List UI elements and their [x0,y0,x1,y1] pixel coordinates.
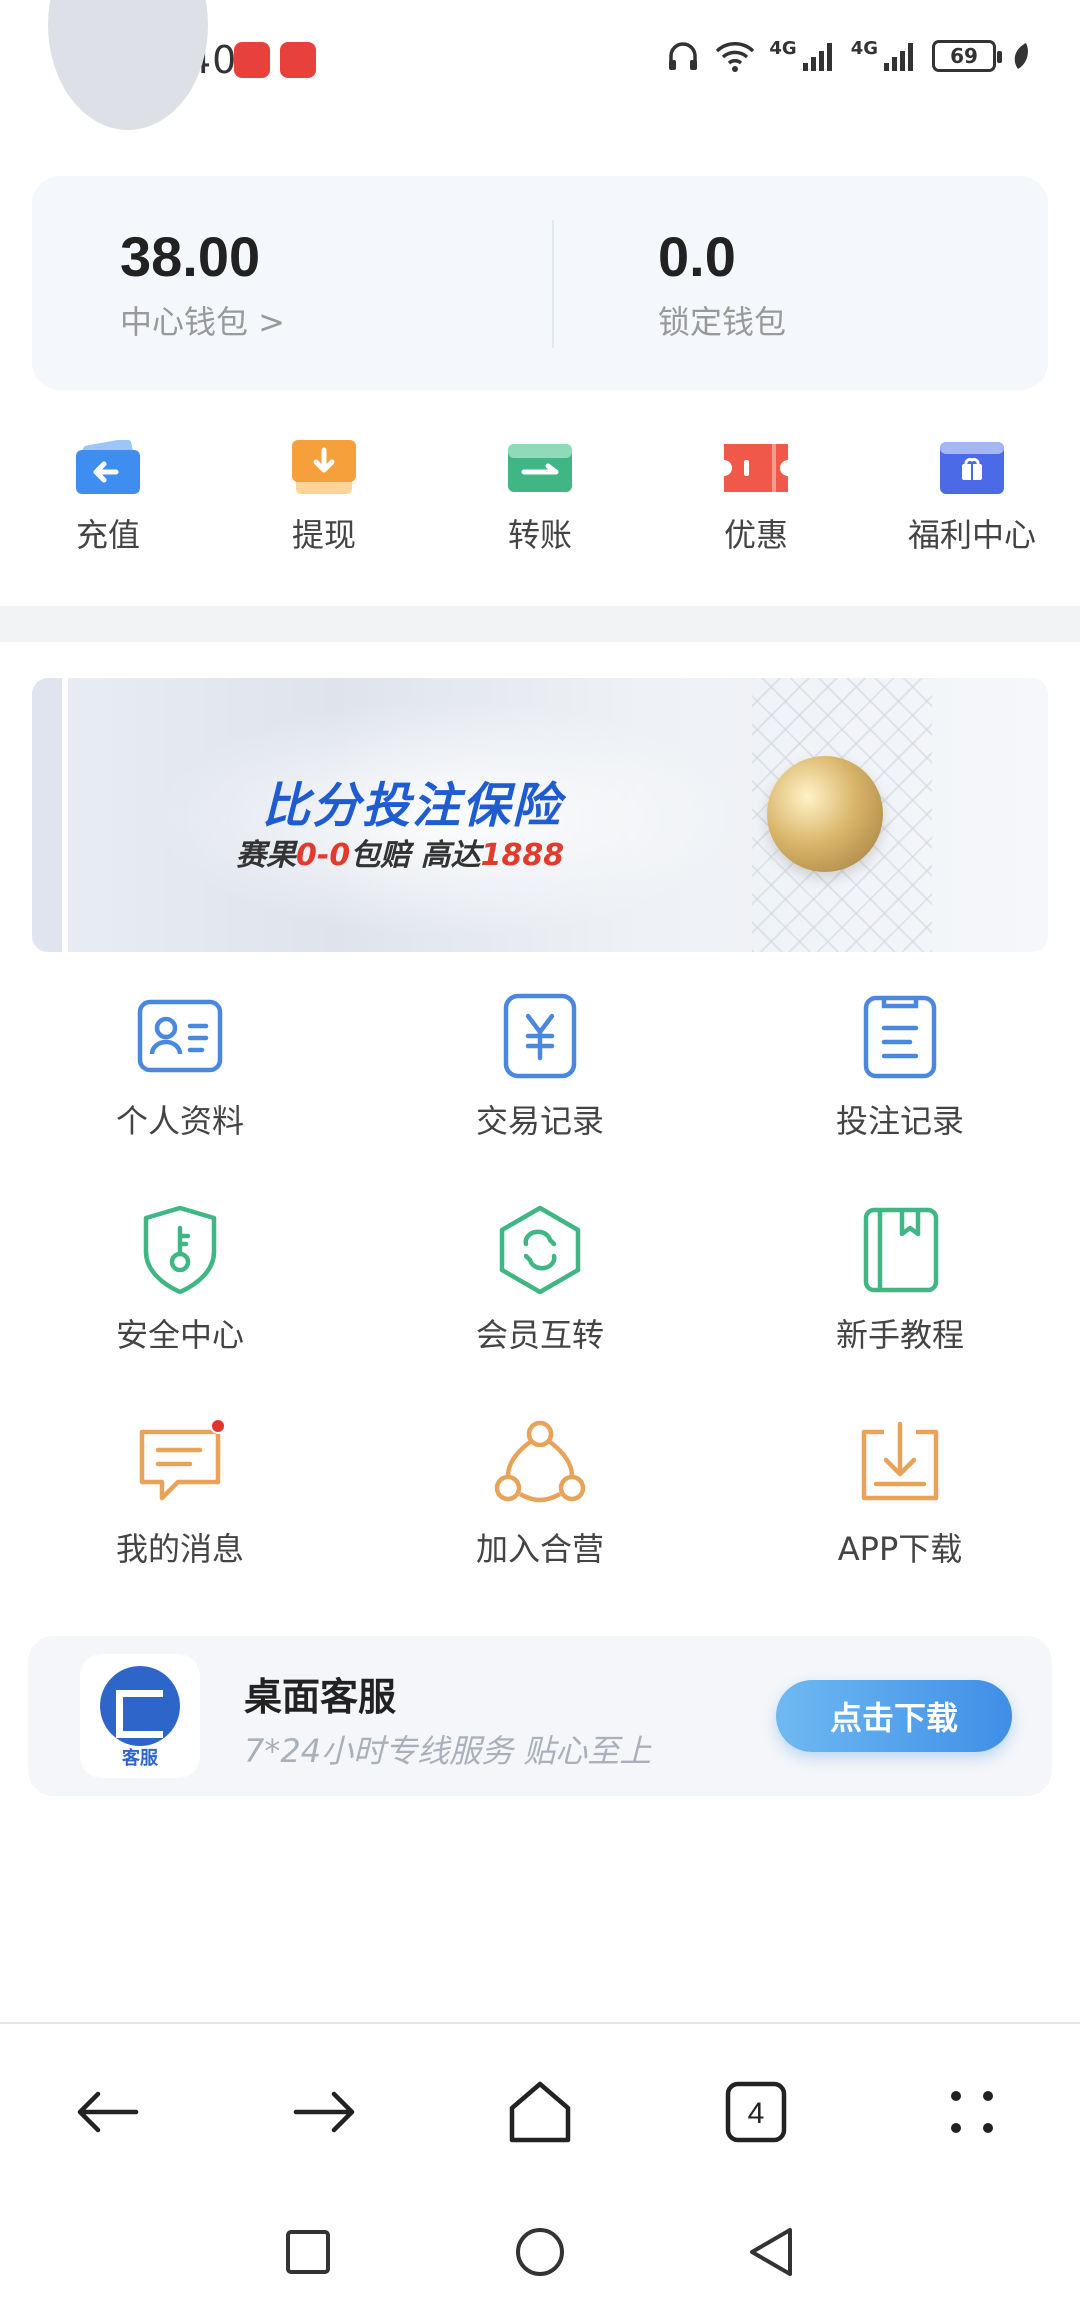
back-triangle-icon[interactable] [744,2224,800,2280]
menu-label: 我的消息 [115,1530,244,1568]
hexagon-swap-icon [494,1204,586,1296]
menu-label: 加入合营 [475,1530,604,1568]
menu-security-center[interactable]: 安全中心 [30,1204,330,1356]
back-arrow-icon[interactable] [72,2076,144,2148]
deposit-icon [74,438,142,496]
profile-card-icon [134,990,226,1082]
deposit-label: 充值 [75,516,140,554]
locked-wallet-amount: 0.0 [658,225,736,288]
coupon-icon [722,440,790,496]
welfare-center-button[interactable]: 福利中心 [882,440,1062,556]
battery-icon: 69 [932,40,1002,72]
menu-label: 个人资料 [115,1102,244,1140]
desktop-service-card: 客服 桌面客服 7*24小时专线服务 贴心至上 点击下载 [28,1636,1052,1796]
withdraw-label: 提现 [291,516,356,554]
golden-football-icon [767,756,883,872]
download-button[interactable]: 点击下载 [776,1680,1012,1752]
signal-icon [802,43,832,71]
gift-icon [938,440,1006,496]
huawei-notification-icon [280,42,316,78]
withdraw-button[interactable]: 提现 [234,440,414,556]
download-tray-icon [854,1418,946,1510]
signal-icon [884,43,913,71]
partner-network-icon [494,1418,586,1510]
banner-subtitle-score: 0-0 [296,838,351,873]
huawei-notification-icon [234,42,270,78]
headphones-icon [669,42,698,70]
banner-subtitle-mid: 包赔 高达 [350,838,481,873]
transfer-label: 转账 [507,516,572,554]
section-divider [0,606,1080,642]
forward-arrow-icon[interactable] [288,2076,360,2148]
menu-member-transfer[interactable]: 会员互转 [390,1204,690,1356]
service-title: 桌面客服 [244,1675,397,1719]
menu-label: 投注记录 [835,1102,964,1140]
quick-actions: 充值 提现 转账 优惠 福利中心 [0,438,1080,570]
banner-subtitle: 赛果0-0包赔 高达1888 [236,830,564,874]
menu-bet-records[interactable]: 投注记录 [750,990,1050,1142]
service-logo-caption: 客服 [122,1748,158,1769]
system-navigation-bar [0,2192,1080,2310]
menu-label: APP下载 [837,1530,963,1568]
menu-app-download[interactable]: APP下载 [750,1418,1050,1570]
wallet-card: 38.00 中心钱包 > 0.0 锁定钱包 [32,176,1048,390]
locked-wallet: 0.0 锁定钱包 [658,224,786,343]
banner-title: 比分投注保险 [262,778,563,834]
promo-banner[interactable]: 比分投注保险 赛果0-0包赔 高达1888 [32,678,1048,952]
menu-messages[interactable]: 我的消息 [30,1418,330,1570]
welfare-center-label: 福利中心 [907,516,1036,554]
network-type-label: 4G [850,38,878,59]
message-icon [134,1418,226,1510]
wallet-divider [552,220,554,348]
tab-count: 4 [748,2097,765,2130]
home-circle-icon[interactable] [512,2224,568,2280]
service-subtitle: 7*24小时专线服务 贴心至上 [244,1732,652,1770]
menu-tutorial[interactable]: 新手教程 [750,1204,1050,1356]
clipboard-icon [854,990,946,1082]
wifi-icon [716,42,755,72]
center-wallet[interactable]: 38.00 中心钱包 > [120,224,285,343]
center-wallet-label: 中心钱包 > [120,303,285,341]
tabs-button[interactable]: 4 [720,2076,792,2148]
center-wallet-amount: 38.00 [120,225,261,288]
status-icons: 4G 4G 69 [665,38,1032,74]
avatar[interactable] [48,0,208,130]
menu-label: 安全中心 [115,1316,244,1354]
banner-subtitle-prefix: 赛果 [236,838,296,873]
service-logo-mark [100,1666,180,1746]
shield-key-icon [134,1204,226,1296]
browser-toolbar: 4 [0,2022,1080,2192]
banner-subtitle-amount: 1888 [480,838,565,873]
recents-square-icon[interactable] [280,2224,336,2280]
transfer-icon [506,440,574,496]
coupon-button[interactable]: 优惠 [666,440,846,556]
book-icon [854,1204,946,1296]
yen-record-icon [494,990,586,1082]
menu-transactions[interactable]: 交易记录 [390,990,690,1142]
banner-carousel-edge [32,678,68,952]
network-type-label: 4G [769,38,797,59]
menu-join-partner[interactable]: 加入合营 [390,1418,690,1570]
home-icon[interactable] [504,2076,576,2148]
coupon-label: 优惠 [723,516,788,554]
transfer-button[interactable]: 转账 [450,440,630,556]
more-menu-icon[interactable] [936,2076,1008,2148]
locked-wallet-label: 锁定钱包 [658,303,787,341]
service-app-logo: 客服 [80,1654,200,1778]
menu-label: 会员互转 [475,1316,604,1354]
unread-dot [210,1418,226,1434]
menu-label: 交易记录 [475,1102,604,1140]
menu-profile[interactable]: 个人资料 [30,990,330,1142]
menu-label: 新手教程 [835,1316,964,1354]
withdraw-icon [290,440,358,496]
leaf-icon [1014,43,1028,69]
deposit-button[interactable]: 充值 [18,438,198,556]
